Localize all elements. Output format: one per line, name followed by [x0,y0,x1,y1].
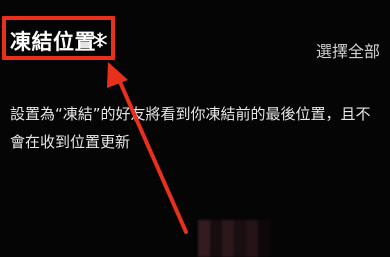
blurred-region [198,220,270,257]
freeze-location-screen: 凍結位置 選擇全部 設置為“凍結”的好友將看到你凍結前的最後位置，且不會在收到位… [0,0,390,257]
annotation-arrow [107,62,188,234]
